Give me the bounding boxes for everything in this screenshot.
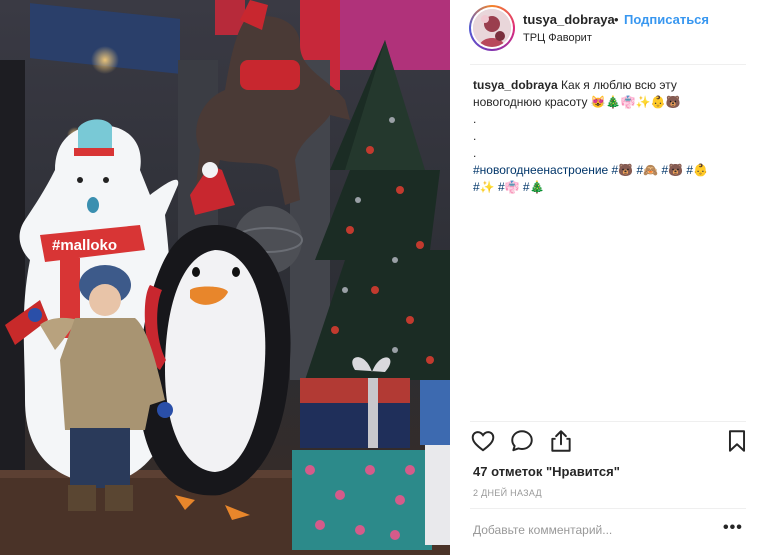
comment-divider (470, 508, 746, 509)
likes-count[interactable]: 47 отметок "Нравится" (473, 464, 620, 479)
header-separator: • (614, 12, 619, 27)
header-divider (470, 64, 746, 65)
post-photo[interactable]: #malloko (0, 0, 450, 555)
avatar[interactable] (469, 5, 515, 51)
post-actions (450, 428, 760, 462)
post-username[interactable]: tusya_dobraya (523, 12, 615, 27)
follow-button[interactable]: Подписаться (624, 12, 709, 27)
bookmark-icon[interactable] (724, 428, 752, 456)
post-details-panel: tusya_dobraya • Подписаться ТРЦ Фаворит … (450, 0, 760, 555)
photo-sign-text: #malloko (52, 237, 117, 254)
more-options-button[interactable]: ••• (723, 519, 743, 537)
comment-input[interactable]: Добавьте комментарий... (473, 523, 723, 537)
caption-hashtags[interactable]: #✨ #👘 #🎄 (473, 179, 748, 196)
post-timestamp[interactable]: 2 дней назад (473, 488, 542, 498)
avatar-image (473, 9, 511, 47)
share-icon[interactable] (548, 428, 576, 456)
caption-first-line: tusya_dobraya Как я люблю всю эту нового… (473, 77, 748, 111)
caption-hashtags[interactable]: #новогоднеенастроение #🐻 #🙈 #🐻 #👶 (473, 162, 748, 179)
post-caption: tusya_dobraya Как я люблю всю эту нового… (473, 77, 748, 196)
caption-dot-line: . (473, 112, 477, 126)
actions-divider (470, 421, 746, 422)
avatar-border (471, 7, 513, 49)
caption-dot-line: . (473, 146, 477, 160)
post-location[interactable]: ТРЦ Фаворит (523, 32, 592, 44)
comment-icon[interactable] (509, 428, 537, 456)
heart-icon[interactable] (470, 428, 498, 456)
post-header: tusya_dobraya • Подписаться ТРЦ Фаворит (450, 0, 760, 58)
post-image: #malloko (0, 0, 450, 555)
caption-dot-line: . (473, 129, 477, 143)
caption-username[interactable]: tusya_dobraya (473, 78, 558, 92)
avatar-photo (473, 9, 511, 47)
